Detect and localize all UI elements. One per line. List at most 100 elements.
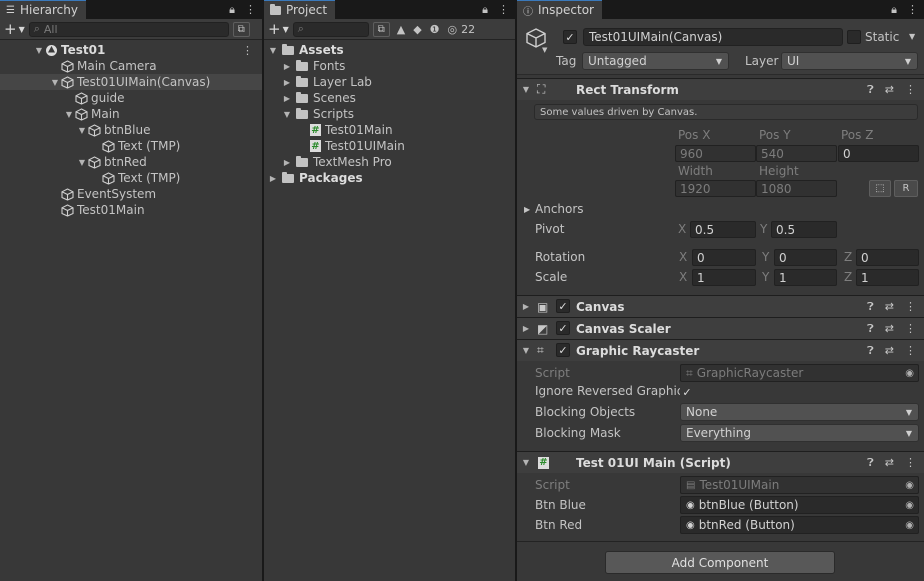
search-by-type-button[interactable]: ⧉ xyxy=(372,21,390,37)
pivot-x-field[interactable]: 0.5 xyxy=(690,221,756,238)
project-search-input[interactable]: ⌕ xyxy=(292,21,369,37)
project-item[interactable]: ▶ TextMesh Pro xyxy=(264,154,515,170)
btn-blue-field[interactable]: ◉ btnBlue (Button) ◉ xyxy=(680,496,919,514)
expand-arrow-icon[interactable]: ▼ xyxy=(50,78,60,87)
more-icon[interactable]: ⋮ xyxy=(245,3,256,17)
object-picker-icon[interactable]: ◉ xyxy=(905,520,914,531)
project-item[interactable]: ▶ Layer Lab xyxy=(264,74,515,90)
help-icon[interactable]: ❓︎ xyxy=(867,300,874,314)
collapse-arrow-icon[interactable]: ▶ xyxy=(268,174,278,183)
static-dropdown-arrow-icon[interactable]: ▼ xyxy=(909,32,915,41)
blocking-mask-dropdown[interactable]: Everything ▼ xyxy=(680,424,919,442)
more-icon[interactable]: ⋮ xyxy=(905,83,916,97)
canvas-component-header[interactable]: ▶ ▣ ✓ Canvas ❓︎ ⇄ ⋮ xyxy=(517,295,924,317)
expand-arrow-icon[interactable]: ▼ xyxy=(34,46,44,55)
filter-type-icon[interactable]: ▲ xyxy=(397,23,405,36)
more-icon[interactable]: ⋮ xyxy=(905,456,916,470)
warning-icon[interactable]: ❶ xyxy=(430,23,440,36)
help-icon[interactable]: ❓︎ xyxy=(867,83,874,97)
hierarchy-item[interactable]: ▼ btnRed xyxy=(0,154,262,170)
collapse-arrow-icon[interactable]: ▶ xyxy=(282,158,292,167)
presets-icon[interactable]: ⇄ xyxy=(885,300,894,314)
layer-dropdown[interactable]: UI ▼ xyxy=(781,52,918,70)
raw-edit-button[interactable]: R xyxy=(894,180,918,197)
project-item[interactable]: ▼ Assets xyxy=(264,42,515,58)
hierarchy-item[interactable]: Text (TMP) xyxy=(0,170,262,186)
presets-icon[interactable]: ⇄ xyxy=(885,322,894,336)
canvas-enabled-checkbox[interactable]: ✓ xyxy=(556,299,570,313)
rotation-z-field[interactable]: 0 xyxy=(856,249,919,266)
expand-arrow-icon[interactable]: ▼ xyxy=(64,110,74,119)
blocking-objects-dropdown[interactable]: None ▼ xyxy=(680,403,919,421)
more-icon[interactable]: ⋮ xyxy=(498,3,509,17)
help-icon[interactable]: ❓︎ xyxy=(867,344,874,358)
btn-red-field[interactable]: ◉ btnRed (Button) ◉ xyxy=(680,516,919,534)
hierarchy-item[interactable]: Main Camera xyxy=(0,58,262,74)
hierarchy-item[interactable]: guide xyxy=(0,90,262,106)
pos-z-field[interactable]: 0 xyxy=(838,145,919,162)
project-item[interactable]: ▶ Scenes xyxy=(264,90,515,106)
more-icon[interactable]: ⋮ xyxy=(905,344,916,358)
canvas-scaler-header[interactable]: ▶ ◩ ✓ Canvas Scaler ❓︎ ⇄ ⋮ xyxy=(517,317,924,339)
active-checkbox[interactable]: ✓ xyxy=(563,30,577,44)
more-icon[interactable]: ⋮ xyxy=(907,3,918,17)
hierarchy-item-selected[interactable]: ▼ Test01UIMain(Canvas) xyxy=(0,74,262,90)
collapse-arrow-icon[interactable]: ▶ xyxy=(282,62,292,71)
scale-x-field[interactable]: 1 xyxy=(692,269,756,286)
script-component-header[interactable]: ▼ # Test 01UI Main (Script) ❓︎ ⇄ ⋮ xyxy=(517,451,924,473)
collapse-arrow-icon[interactable]: ▶ xyxy=(521,324,531,333)
help-icon[interactable]: ❓︎ xyxy=(867,456,874,470)
expand-arrow-icon[interactable]: ▼ xyxy=(521,85,531,94)
project-item[interactable]: ▶ Packages xyxy=(264,170,515,186)
project-item[interactable]: ▶ Fonts xyxy=(264,58,515,74)
more-icon[interactable]: ⋮ xyxy=(242,44,253,57)
hierarchy-tab[interactable]: ☰ Hierarchy xyxy=(0,0,86,19)
add-component-button[interactable]: Add Component xyxy=(605,551,835,574)
hierarchy-item[interactable]: Test01Main xyxy=(0,202,262,218)
create-button[interactable]: + ▼ xyxy=(268,20,289,38)
object-name-field[interactable]: Test01UIMain(Canvas) xyxy=(583,28,843,46)
presets-icon[interactable]: ⇄ xyxy=(885,344,894,358)
search-options-button[interactable]: ⧉ xyxy=(232,21,250,37)
scale-y-field[interactable]: 1 xyxy=(774,269,837,286)
presets-icon[interactable]: ⇄ xyxy=(885,456,894,470)
create-button[interactable]: + ▼ xyxy=(4,20,25,38)
project-item[interactable]: # Test01UIMain xyxy=(264,138,515,154)
project-item[interactable]: # Test01Main xyxy=(264,122,515,138)
project-tab[interactable]: Project xyxy=(264,0,336,19)
expand-arrow-icon[interactable]: ▼ xyxy=(77,158,87,167)
object-picker-icon[interactable]: ◉ xyxy=(905,500,914,511)
rotation-y-field[interactable]: 0 xyxy=(774,249,837,266)
collapse-arrow-icon[interactable]: ▶ xyxy=(521,302,531,311)
help-icon[interactable]: ❓︎ xyxy=(867,322,874,336)
expand-arrow-icon[interactable]: ▼ xyxy=(521,458,531,467)
rect-transform-header[interactable]: ▼ ⛶ Rect Transform ❓︎ ⇄ ⋮ xyxy=(517,78,924,100)
project-item[interactable]: ▼ Scripts xyxy=(264,106,515,122)
hierarchy-item[interactable]: ▼ Main xyxy=(0,106,262,122)
collapse-arrow-icon[interactable]: ▶ xyxy=(282,94,292,103)
lock-icon[interactable]: 🔒︎ xyxy=(229,3,235,17)
rotation-x-field[interactable]: 0 xyxy=(692,249,756,266)
anchors-label[interactable]: Anchors xyxy=(535,202,584,216)
hierarchy-item[interactable]: Text (TMP) xyxy=(0,138,262,154)
canvas-scaler-enabled-checkbox[interactable]: ✓ xyxy=(556,321,570,335)
graphic-raycaster-header[interactable]: ▼ ⌗ ✓ Graphic Raycaster ❓︎ ⇄ ⋮ xyxy=(517,339,924,361)
inspector-tab[interactable]: ⓘ Inspector xyxy=(517,0,602,19)
hierarchy-item[interactable]: EventSystem xyxy=(0,186,262,202)
hierarchy-item[interactable]: ▼ btnBlue xyxy=(0,122,262,138)
anchors-arrow-icon[interactable]: ▶ xyxy=(524,205,530,214)
blueprint-mode-button[interactable]: ⬚ xyxy=(869,180,891,197)
tag-dropdown[interactable]: Untagged ▼ xyxy=(582,52,729,70)
expand-arrow-icon[interactable]: ▼ xyxy=(77,126,87,135)
hidden-packages-icon[interactable]: ◎ xyxy=(448,23,458,36)
scale-z-field[interactable]: 1 xyxy=(856,269,919,286)
presets-icon[interactable]: ⇄ xyxy=(885,83,894,97)
more-icon[interactable]: ⋮ xyxy=(905,322,916,336)
label-tag-icon[interactable]: ◆ xyxy=(413,23,421,36)
lock-icon[interactable]: 🔒︎ xyxy=(891,3,897,17)
graphic-raycaster-enabled-checkbox[interactable]: ✓ xyxy=(556,343,570,357)
lock-icon[interactable]: 🔒︎ xyxy=(482,3,488,17)
pivot-y-field[interactable]: 0.5 xyxy=(771,221,837,238)
expand-arrow-icon[interactable]: ▼ xyxy=(521,346,531,355)
collapse-arrow-icon[interactable]: ▶ xyxy=(282,78,292,87)
